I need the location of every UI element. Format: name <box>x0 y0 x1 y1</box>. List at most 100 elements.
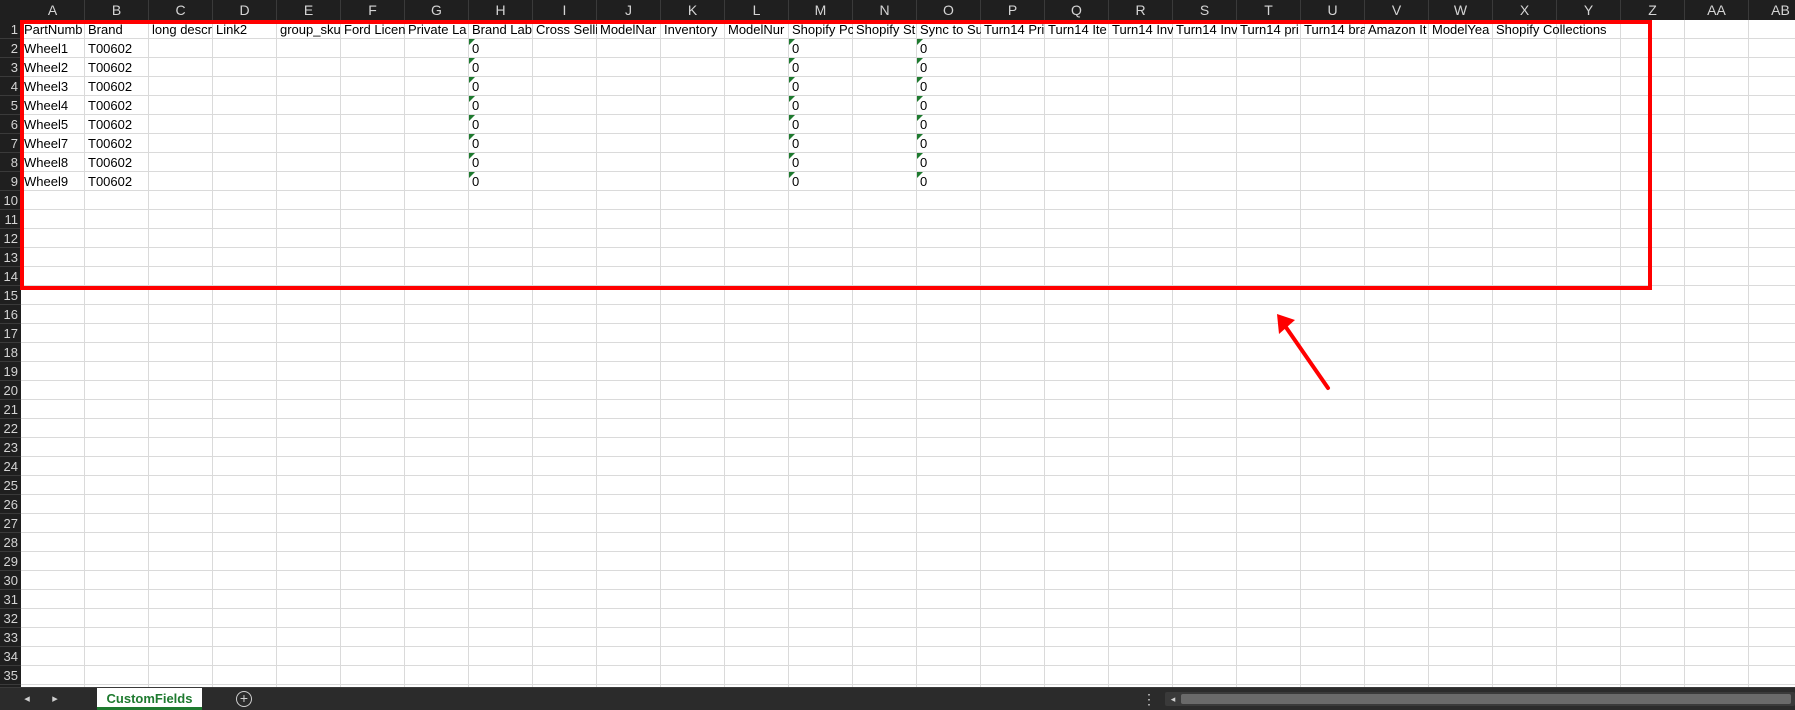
part-number-cell[interactable]: Wheel9 <box>21 172 85 191</box>
row-header[interactable]: 26 <box>0 495 21 514</box>
sync-cell[interactable]: 0 <box>917 115 981 134</box>
row-header[interactable]: 12 <box>0 229 21 248</box>
part-number-cell[interactable]: Wheel5 <box>21 115 85 134</box>
column-header[interactable]: AA <box>1685 0 1749 20</box>
column-header[interactable]: F <box>341 0 405 20</box>
column-header[interactable]: AB <box>1749 0 1795 20</box>
shopify-cell[interactable]: 0 <box>789 172 853 191</box>
column-header[interactable]: O <box>917 0 981 20</box>
sync-cell[interactable]: 0 <box>917 77 981 96</box>
column-header[interactable]: P <box>981 0 1045 20</box>
sync-cell[interactable]: 0 <box>917 172 981 191</box>
column-header[interactable]: J <box>597 0 661 20</box>
row-header[interactable]: 9 <box>0 172 21 191</box>
row-header[interactable]: 20 <box>0 381 21 400</box>
part-number-cell[interactable]: Wheel4 <box>21 96 85 115</box>
header-cell[interactable]: ModelYea <box>1429 20 1493 39</box>
part-number-cell[interactable]: Wheel3 <box>21 77 85 96</box>
row-header[interactable]: 19 <box>0 362 21 381</box>
brand-label-cell[interactable]: 0 <box>469 96 533 115</box>
column-header[interactable]: E <box>277 0 341 20</box>
row-header[interactable]: 16 <box>0 305 21 324</box>
add-sheet-button[interactable]: + <box>236 691 252 707</box>
header-cell[interactable]: Sync to Su <box>917 20 981 39</box>
select-all-corner[interactable] <box>0 0 21 20</box>
row-header[interactable]: 27 <box>0 514 21 533</box>
row-header[interactable]: 18 <box>0 343 21 362</box>
sync-cell[interactable]: 0 <box>917 58 981 77</box>
part-number-cell[interactable]: Wheel1 <box>21 39 85 58</box>
shopify-cell[interactable]: 0 <box>789 77 853 96</box>
column-header[interactable]: T <box>1237 0 1301 20</box>
header-cell[interactable]: Brand <box>85 20 149 39</box>
header-cell[interactable]: Turn14 Inv <box>1173 20 1237 39</box>
row-header[interactable]: 30 <box>0 571 21 590</box>
header-cell[interactable]: Link2 <box>213 20 277 39</box>
part-number-cell[interactable]: Wheel7 <box>21 134 85 153</box>
column-header[interactable]: M <box>789 0 853 20</box>
column-header[interactable]: Y <box>1557 0 1621 20</box>
part-number-cell[interactable]: Wheel2 <box>21 58 85 77</box>
brand-cell[interactable]: T00602 <box>85 153 149 172</box>
brand-cell[interactable]: T00602 <box>85 172 149 191</box>
header-cell[interactable]: Inventory <box>661 20 725 39</box>
shopify-cell[interactable]: 0 <box>789 39 853 58</box>
brand-cell[interactable]: T00602 <box>85 115 149 134</box>
brand-label-cell[interactable]: 0 <box>469 115 533 134</box>
row-header[interactable]: 8 <box>0 153 21 172</box>
tab-scroll-next-button[interactable]: ▸ <box>44 688 66 710</box>
sync-cell[interactable]: 0 <box>917 96 981 115</box>
tab-splitter-handle[interactable]: ⋮ <box>1142 688 1156 710</box>
header-cell[interactable]: Shopify St <box>853 20 917 39</box>
row-header[interactable]: 3 <box>0 58 21 77</box>
row-header[interactable]: 2 <box>0 39 21 58</box>
brand-cell[interactable]: T00602 <box>85 58 149 77</box>
sync-cell[interactable]: 0 <box>917 134 981 153</box>
row-header[interactable]: 33 <box>0 628 21 647</box>
shopify-cell[interactable]: 0 <box>789 153 853 172</box>
column-header[interactable]: X <box>1493 0 1557 20</box>
brand-cell[interactable]: T00602 <box>85 77 149 96</box>
column-header[interactable]: W <box>1429 0 1493 20</box>
header-cell[interactable]: Brand Lab <box>469 20 533 39</box>
row-header[interactable]: 1 <box>0 20 21 39</box>
header-cell[interactable]: Turn14 Pri <box>981 20 1045 39</box>
scroll-left-arrow-icon[interactable]: ◂ <box>1167 693 1179 705</box>
row-header[interactable]: 15 <box>0 286 21 305</box>
header-cell[interactable]: Ford Licen <box>341 20 405 39</box>
sync-cell[interactable]: 0 <box>917 39 981 58</box>
header-cell[interactable]: PartNumb <box>21 20 85 39</box>
tab-scroll-prev-button[interactable]: ◂ <box>16 688 38 710</box>
column-header[interactable]: Q <box>1045 0 1109 20</box>
shopify-cell[interactable]: 0 <box>789 58 853 77</box>
row-header[interactable]: 7 <box>0 134 21 153</box>
row-header[interactable]: 35 <box>0 666 21 685</box>
column-header[interactable]: V <box>1365 0 1429 20</box>
brand-label-cell[interactable]: 0 <box>469 39 533 58</box>
part-number-cell[interactable]: Wheel8 <box>21 153 85 172</box>
column-header[interactable]: G <box>405 0 469 20</box>
column-header[interactable]: K <box>661 0 725 20</box>
shopify-cell[interactable]: 0 <box>789 115 853 134</box>
brand-cell[interactable]: T00602 <box>85 96 149 115</box>
row-header[interactable]: 28 <box>0 533 21 552</box>
header-cell[interactable]: Shopify Pc <box>789 20 853 39</box>
row-header[interactable]: 34 <box>0 647 21 666</box>
brand-label-cell[interactable]: 0 <box>469 172 533 191</box>
row-header[interactable]: 5 <box>0 96 21 115</box>
header-cell[interactable]: ModelNar <box>597 20 661 39</box>
header-cell[interactable]: Amazon It <box>1365 20 1429 39</box>
column-header[interactable]: S <box>1173 0 1237 20</box>
shopify-cell[interactable]: 0 <box>789 96 853 115</box>
column-header[interactable]: N <box>853 0 917 20</box>
column-header[interactable]: A <box>21 0 85 20</box>
header-cell[interactable]: Turn14 Inv <box>1109 20 1173 39</box>
scrollbar-thumb[interactable] <box>1181 694 1791 704</box>
brand-cell[interactable]: T00602 <box>85 39 149 58</box>
column-header[interactable]: H <box>469 0 533 20</box>
row-header[interactable]: 31 <box>0 590 21 609</box>
column-header[interactable]: I <box>533 0 597 20</box>
row-header[interactable]: 21 <box>0 400 21 419</box>
row-header[interactable]: 25 <box>0 476 21 495</box>
sync-cell[interactable]: 0 <box>917 153 981 172</box>
